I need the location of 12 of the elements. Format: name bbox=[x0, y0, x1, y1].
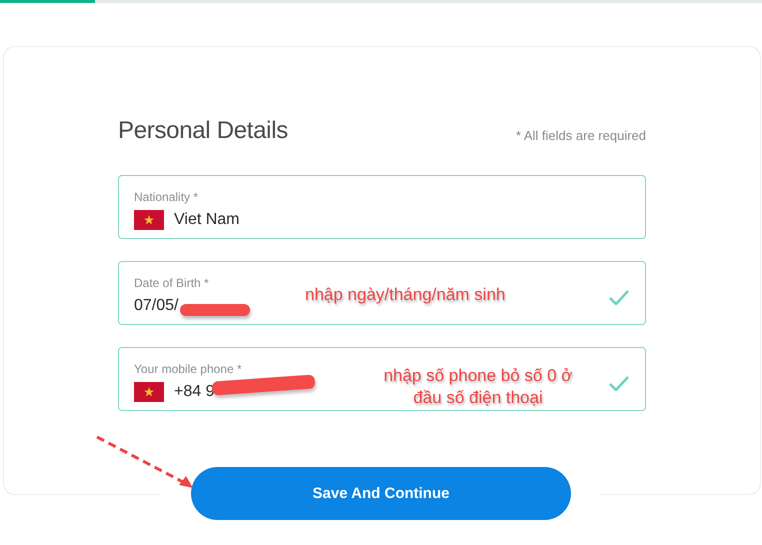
annotation-text: nhập số phone bỏ số 0 ở đầu số điện thoại bbox=[382, 365, 574, 409]
save-and-continue-button[interactable]: Save And Continue bbox=[191, 467, 571, 520]
input-field[interactable]: Date of Birth * 07/05/ nhập ngày/tháng/năm sinh bbox=[118, 261, 646, 325]
annotation-text: nhập ngày/tháng/năm sinh bbox=[305, 284, 506, 306]
field-value: 07/05/ bbox=[134, 297, 178, 315]
section-title: Personal Details bbox=[118, 117, 288, 145]
select-field[interactable]: Nationality * Viet Nam bbox=[118, 175, 646, 239]
field-label: Nationality * bbox=[134, 189, 198, 205]
field-label: Your mobile phone * bbox=[134, 361, 242, 377]
field-label: Date of Birth * bbox=[134, 275, 209, 291]
required-note: * All fields are required bbox=[516, 128, 646, 145]
field-value: Viet Nam bbox=[174, 211, 240, 229]
